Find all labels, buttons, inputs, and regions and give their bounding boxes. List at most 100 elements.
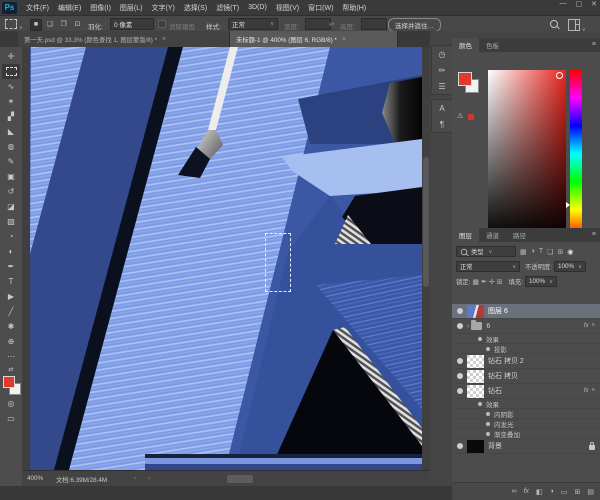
visibility-eye-icon[interactable] [486,346,490,351]
tab-color[interactable]: 颜色 [452,38,479,52]
menu-layer[interactable]: 图层(L) [120,3,143,13]
menu-select[interactable]: 选择(S) [184,3,207,13]
swap-dimensions-icon[interactable]: ⇄ [329,20,334,28]
layer-row-background[interactable]: 背景 [452,439,600,454]
menu-filter[interactable]: 滤镜(T) [216,3,239,13]
panel-menu-icon[interactable]: ≡ [592,41,596,48]
gamut-warning-icon[interactable]: ⚠ [457,112,463,120]
layer-row-diamond-copy[interactable]: 钻石 拷贝 [452,369,600,384]
expand-caret-icon[interactable]: › [467,323,469,330]
menu-image[interactable]: 图像(I) [90,3,111,13]
subtract-selection-button[interactable]: ❐ [58,18,70,30]
properties-panel-icon[interactable]: ☰ [433,78,451,94]
dodge-tool[interactable]: ◐ [2,244,20,259]
lock-position-icon[interactable]: ✛ [489,278,495,286]
layer-row-diamond-copy-2[interactable]: 钻石 拷贝 2 [452,354,600,369]
layer-thumbnail[interactable] [467,369,484,383]
rectangular-marquee-tool[interactable] [2,64,20,79]
path-selection-tool[interactable]: ▶ [2,289,20,304]
layer-thumbnail[interactable] [467,384,484,398]
fx-icon[interactable]: fx [584,323,589,329]
minimize-button[interactable]: — [560,0,567,8]
effect-drop-shadow-row[interactable]: 投影 [452,344,600,354]
tab-paths[interactable]: 路径 [506,228,533,242]
collapse-fx-caret[interactable]: ˄ [591,323,595,329]
status-arrow-left[interactable]: ‹ [148,475,150,482]
add-layer-mask-icon[interactable]: ◧ [536,488,543,496]
menu-file[interactable]: 文件(F) [26,3,49,13]
lock-all-icon[interactable]: ⊞ [497,278,503,286]
visibility-eye-icon[interactable] [486,421,490,426]
vertical-scrollbar[interactable] [422,47,430,470]
new-layer-icon[interactable]: ⊞ [575,488,581,496]
visibility-eye-icon[interactable] [478,401,482,406]
lock-transparency-icon[interactable]: ▦ [472,278,479,286]
visibility-eye-icon[interactable] [452,323,467,329]
style-dropdown[interactable]: 正常 ∨ [228,18,278,30]
color-picker-marker[interactable] [556,72,563,79]
width-input[interactable] [305,18,331,30]
layer-row-diamond[interactable]: 钻石 fx ˄ [452,384,600,399]
layer-thumbnail[interactable] [467,354,484,368]
antialias-checkbox[interactable] [158,20,166,30]
tab-swatches[interactable]: 色板 [479,38,506,52]
close-button[interactable]: ✕ [591,0,597,8]
hand-tool[interactable]: ✱ [2,319,20,334]
tab-layers[interactable]: 图层 [452,228,479,242]
crop-tool[interactable]: ▞ [2,109,20,124]
horizontal-scrollbar-thumb[interactable] [227,475,253,483]
saturation-brightness-field[interactable] [488,70,566,238]
layer-thumbnail[interactable] [467,304,484,318]
zoom-tool[interactable]: ⊕ [2,334,20,349]
intersect-selection-button[interactable]: ⊡ [71,18,83,30]
filter-adjustment-layers-icon[interactable]: ◑ [531,248,535,255]
effect-gradient-overlay-row[interactable]: 渐变叠加 [452,429,600,439]
status-arrow-right[interactable]: › [134,475,136,482]
hue-slider[interactable] [570,70,582,238]
menu-view[interactable]: 视图(V) [276,3,299,13]
menu-3d[interactable]: 3D(D) [248,4,267,11]
menu-type[interactable]: 文字(Y) [151,3,174,13]
layer-row-group-6[interactable]: › 6 fx ˄ [452,319,600,334]
brush-tool[interactable]: ✎ [2,154,20,169]
visibility-eye-icon[interactable] [478,336,482,341]
screen-mode-button[interactable]: ▭ [2,411,20,426]
healing-brush-tool[interactable]: ◍ [2,139,20,154]
swap-colors-icon[interactable]: ⇄ [2,364,20,374]
quick-mask-button[interactable]: ◎ [2,396,20,411]
visibility-eye-icon[interactable] [452,373,467,379]
gamut-warning-swatch[interactable] [468,114,474,120]
delete-layer-icon[interactable]: ▤ [587,488,594,496]
menu-help[interactable]: 帮助(H) [342,3,366,13]
brush-settings-panel-icon[interactable]: ✏ [433,62,451,78]
paragraph-panel-icon[interactable]: ¶ [433,116,451,132]
search-icon[interactable] [550,20,558,30]
history-brush-tool[interactable]: ↺ [2,184,20,199]
lock-image-icon[interactable]: ✒ [481,278,487,286]
select-and-mask-button[interactable]: 选择并遮住… [388,18,441,32]
effects-row[interactable]: 效果 [452,334,600,344]
new-selection-button[interactable]: ■ [30,18,42,31]
layer-thumbnail[interactable] [467,439,484,453]
tool-preset-picker[interactable]: ∨ [5,19,23,31]
visibility-eye-icon[interactable] [452,308,467,314]
collapse-fx-caret[interactable]: ˄ [591,388,595,394]
layer-filter-type-dropdown[interactable]: 类型 ∨ [456,246,516,257]
character-panel-icon[interactable]: A [433,100,451,116]
quick-selection-tool[interactable]: ✶ [2,94,20,109]
blend-mode-dropdown[interactable]: 正常 ∨ [456,261,520,272]
eyedropper-tool[interactable]: ◣ [2,124,20,139]
feather-input[interactable]: 0 像素 [110,18,154,30]
effect-inner-shadow-row[interactable]: 内阴影 [452,409,600,419]
pen-tool[interactable]: ✒ [2,259,20,274]
menu-window[interactable]: 窗口(W) [308,3,333,13]
tab-channels[interactable]: 通道 [479,228,506,242]
clone-stamp-tool[interactable]: ▣ [2,169,20,184]
tab-document-2-active[interactable]: 未标题-1 @ 400% (图层 6, RGB/8) * × [230,31,398,47]
panel-menu-icon[interactable]: ≡ [592,231,596,238]
filter-shape-layers-icon[interactable]: ❏ [547,248,553,256]
opacity-input[interactable]: 100% ∨ [553,261,586,272]
new-group-icon[interactable]: ▭ [561,488,568,496]
filter-pixel-layers-icon[interactable]: ▦ [520,248,527,256]
visibility-eye-icon[interactable] [486,431,490,436]
